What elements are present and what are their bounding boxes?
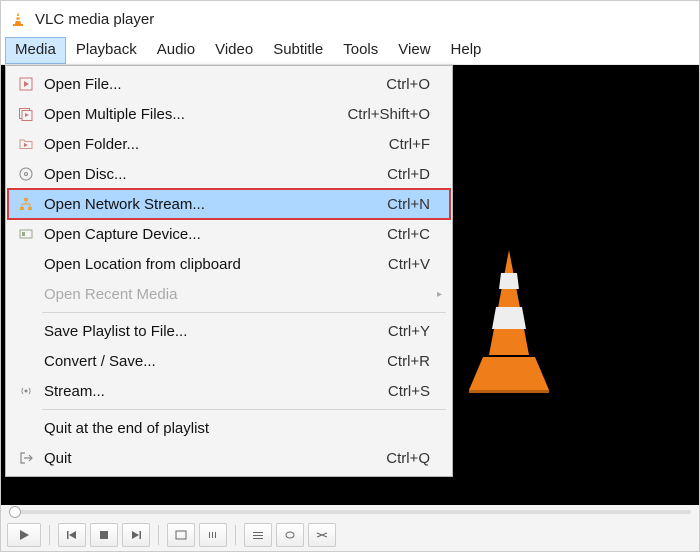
menu-item-open-network-stream[interactable]: Open Network Stream... Ctrl+N bbox=[8, 189, 450, 219]
titlebar: VLC media player bbox=[1, 1, 699, 37]
loop-button[interactable] bbox=[276, 523, 304, 547]
network-icon bbox=[14, 197, 38, 211]
menu-item-stream[interactable]: Stream... Ctrl+S bbox=[8, 376, 450, 406]
file-play-icon bbox=[14, 77, 38, 91]
menu-shortcut: Ctrl+F bbox=[389, 136, 442, 153]
menu-shortcut: Ctrl+Y bbox=[388, 323, 442, 340]
menu-label: Convert / Save... bbox=[38, 353, 387, 370]
menu-shortcut: Ctrl+N bbox=[387, 196, 442, 213]
vlc-cone-icon bbox=[9, 10, 27, 28]
menubar: Media Playback Audio Video Subtitle Tool… bbox=[1, 37, 699, 65]
menu-separator bbox=[42, 312, 446, 313]
menu-item-quit-end-playlist[interactable]: Quit at the end of playlist bbox=[8, 413, 450, 443]
menu-label: Open Location from clipboard bbox=[38, 256, 388, 273]
capture-card-icon bbox=[14, 227, 38, 241]
menu-playback[interactable]: Playback bbox=[66, 37, 147, 64]
menu-item-convert-save[interactable]: Convert / Save... Ctrl+R bbox=[8, 346, 450, 376]
menu-shortcut: Ctrl+C bbox=[387, 226, 442, 243]
folder-play-icon bbox=[14, 137, 38, 151]
menu-label: Open Multiple Files... bbox=[38, 106, 347, 123]
menu-shortcut: Ctrl+Shift+O bbox=[347, 106, 442, 123]
submenu-arrow-icon: ▸ bbox=[437, 289, 442, 300]
menu-shortcut: Ctrl+O bbox=[386, 76, 442, 93]
menu-item-save-playlist[interactable]: Save Playlist to File... Ctrl+Y bbox=[8, 316, 450, 346]
seek-track[interactable] bbox=[9, 510, 691, 514]
menu-shortcut: Ctrl+S bbox=[388, 383, 442, 400]
menu-item-open-clipboard[interactable]: Open Location from clipboard Ctrl+V bbox=[8, 249, 450, 279]
menu-label: Quit bbox=[38, 450, 386, 467]
seek-bar[interactable] bbox=[1, 505, 699, 519]
menu-video[interactable]: Video bbox=[205, 37, 263, 64]
menu-label: Open Recent Media bbox=[38, 286, 442, 303]
play-button[interactable] bbox=[7, 523, 41, 547]
menu-label: Open Disc... bbox=[38, 166, 387, 183]
stop-button[interactable] bbox=[90, 523, 118, 547]
menu-item-open-multiple[interactable]: Open Multiple Files... Ctrl+Shift+O bbox=[8, 99, 450, 129]
menu-media[interactable]: Media bbox=[5, 37, 66, 64]
menu-shortcut: Ctrl+V bbox=[388, 256, 442, 273]
menu-item-quit[interactable]: Quit Ctrl+Q bbox=[8, 443, 450, 473]
menu-shortcut: Ctrl+Q bbox=[386, 450, 442, 467]
playlist-button[interactable] bbox=[244, 523, 272, 547]
menu-view[interactable]: View bbox=[388, 37, 440, 64]
fullscreen-button[interactable] bbox=[167, 523, 195, 547]
menu-item-open-disc[interactable]: Open Disc... Ctrl+D bbox=[8, 159, 450, 189]
menu-item-open-file[interactable]: Open File... Ctrl+O bbox=[8, 69, 450, 99]
previous-button[interactable] bbox=[58, 523, 86, 547]
media-menu-dropdown: Open File... Ctrl+O Open Multiple Files.… bbox=[5, 65, 453, 477]
control-separator bbox=[235, 525, 236, 545]
menu-label: Open File... bbox=[38, 76, 386, 93]
menu-shortcut: Ctrl+R bbox=[387, 353, 442, 370]
menu-subtitle[interactable]: Subtitle bbox=[263, 37, 333, 64]
files-play-icon bbox=[14, 107, 38, 121]
exit-icon bbox=[14, 451, 38, 465]
shuffle-button[interactable] bbox=[308, 523, 336, 547]
window-title: VLC media player bbox=[35, 11, 154, 28]
menu-separator bbox=[42, 409, 446, 410]
menu-item-open-recent[interactable]: Open Recent Media ▸ bbox=[8, 279, 450, 309]
playback-controls bbox=[1, 519, 699, 551]
control-separator bbox=[158, 525, 159, 545]
menu-label: Open Network Stream... bbox=[38, 196, 387, 213]
disc-icon bbox=[14, 167, 38, 181]
menu-label: Quit at the end of playlist bbox=[38, 420, 442, 437]
menu-item-open-folder[interactable]: Open Folder... Ctrl+F bbox=[8, 129, 450, 159]
menu-label: Stream... bbox=[38, 383, 388, 400]
seek-knob[interactable] bbox=[9, 506, 21, 518]
menu-tools[interactable]: Tools bbox=[333, 37, 388, 64]
menu-label: Open Folder... bbox=[38, 136, 389, 153]
vlc-cone-logo bbox=[449, 245, 569, 398]
menu-label: Save Playlist to File... bbox=[38, 323, 388, 340]
next-button[interactable] bbox=[122, 523, 150, 547]
menu-item-open-capture[interactable]: Open Capture Device... Ctrl+C bbox=[8, 219, 450, 249]
menu-help[interactable]: Help bbox=[441, 37, 492, 64]
menu-label: Open Capture Device... bbox=[38, 226, 387, 243]
stream-icon bbox=[14, 384, 38, 398]
extended-settings-button[interactable] bbox=[199, 523, 227, 547]
control-separator bbox=[49, 525, 50, 545]
menu-audio[interactable]: Audio bbox=[147, 37, 205, 64]
menu-shortcut: Ctrl+D bbox=[387, 166, 442, 183]
